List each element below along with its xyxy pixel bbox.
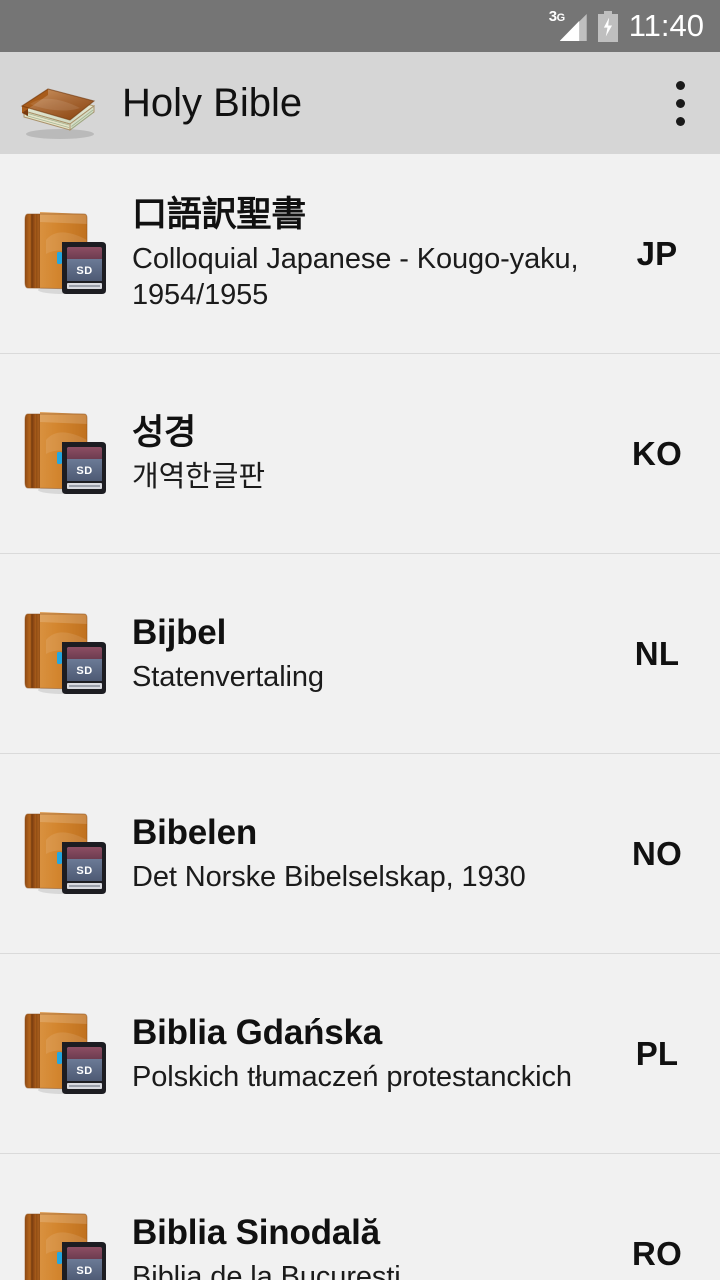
list-item-text: Bijbel Statenvertaling [132, 612, 610, 695]
list-item-title: 口語訳聖書 [132, 195, 307, 235]
list-item-subtitle: 개역한글판 [132, 461, 265, 494]
book-sd-card-icon: SD [16, 1202, 120, 1280]
list-item[interactable]: SD Bijbel Statenvertaling NL [0, 554, 720, 754]
svg-text:SD: SD [76, 865, 92, 877]
list-item-title: Bibelen [132, 813, 258, 853]
page-title: Holy Bible [122, 80, 303, 125]
language-badge: NO [632, 835, 682, 872]
language-badge: KO [632, 435, 682, 472]
battery-charging-icon [597, 10, 618, 42]
list-item-title: Biblia Gdańska [132, 1013, 383, 1053]
svg-text:SD: SD [76, 665, 92, 677]
overflow-menu-icon[interactable] [658, 68, 702, 138]
book-sd-card-icon: SD [16, 802, 120, 906]
list-item-subtitle: Polskich tłumaczeń protestanckich [132, 1061, 572, 1094]
language-badge: JP [636, 235, 678, 272]
list-item-title: Biblia Sinodală [132, 1213, 380, 1253]
list-item-subtitle: Biblia de la București [132, 1261, 401, 1280]
list-item[interactable]: SD 성경 개역한글판 KO [0, 354, 720, 554]
signal-bars [559, 14, 587, 41]
status-bar-clock: 11:40 [628, 7, 704, 43]
svg-text:SD: SD [76, 265, 92, 277]
book-icon [14, 64, 102, 142]
translations-list[interactable]: SD 口語訳聖書 Colloquial Japanese - Kougo-yak… [0, 154, 720, 1280]
book-sd-card-icon: SD [16, 402, 120, 506]
status-bar: 3G 11:40 [0, 0, 720, 52]
signal-triangle-icon: 3G [549, 9, 587, 43]
book-sd-card-icon: SD [16, 202, 120, 306]
list-item-title: 성경 [132, 413, 197, 453]
language-badge: PL [635, 1035, 679, 1072]
list-item-text: Bibelen Det Norske Bibelselskap, 1930 [132, 812, 610, 895]
svg-text:SD: SD [76, 1065, 92, 1077]
list-item-text: Biblia Sinodală Biblia de la București [132, 1212, 610, 1280]
list-item-text: 口語訳聖書 Colloquial Japanese - Kougo-yaku, … [132, 194, 610, 314]
list-item-subtitle: Statenvertaling [132, 661, 324, 694]
book-sd-card-icon: SD [16, 1002, 120, 1106]
list-item[interactable]: SD Bibelen Det Norske Bibelselskap, 1930… [0, 754, 720, 954]
book-sd-card-icon: SD [16, 602, 120, 706]
list-item-subtitle: Det Norske Bibelselskap, 1930 [132, 861, 526, 894]
list-item[interactable]: SD Biblia Sinodală Biblia de la Bucureșt… [0, 1154, 720, 1280]
list-item-title: Bijbel [132, 613, 227, 653]
app-bar: Holy Bible [0, 52, 720, 161]
list-item[interactable]: SD Biblia Gdańska Polskich tłumaczeń pro… [0, 954, 720, 1154]
svg-text:SD: SD [76, 1265, 92, 1277]
list-item[interactable]: SD 口語訳聖書 Colloquial Japanese - Kougo-yak… [0, 154, 720, 354]
svg-text:SD: SD [76, 465, 92, 477]
list-item-subtitle: Colloquial Japanese - Kougo-yaku, 1954/1… [132, 242, 579, 312]
language-badge: NL [634, 635, 680, 672]
list-item-text: Biblia Gdańska Polskich tłumaczeń protes… [132, 1012, 610, 1095]
language-badge: RO [632, 1235, 682, 1272]
list-item-text: 성경 개역한글판 [132, 412, 610, 495]
